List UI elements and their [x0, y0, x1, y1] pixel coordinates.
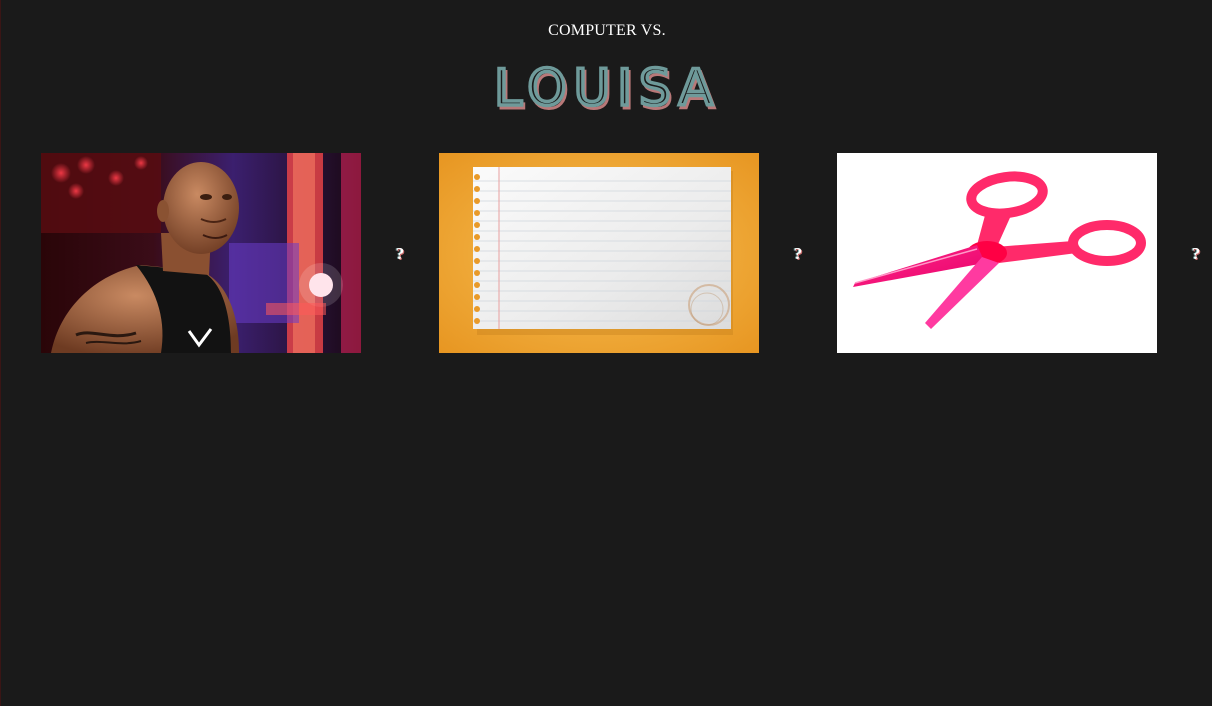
louisa-logo: LOUISA LOUISA	[492, 57, 720, 120]
scissors-choice-button[interactable]	[837, 153, 1157, 353]
rock-result-indicator: ?	[395, 244, 405, 263]
paper-image	[439, 153, 759, 353]
paper-result-indicator: ?	[793, 244, 803, 263]
rock-choice-button[interactable]	[41, 153, 361, 353]
paper-choice-button[interactable]	[439, 153, 759, 353]
scissors-result-indicator: ?	[1191, 244, 1201, 263]
rock-image	[41, 153, 361, 353]
subtitle: COMPUTER VS.	[548, 22, 666, 39]
game-page: COMPUTER VS. LOUISA LOUISA ? ? ?	[0, 0, 1212, 706]
logo-text: LOUISA	[494, 59, 720, 117]
scissors-image	[837, 153, 1157, 353]
